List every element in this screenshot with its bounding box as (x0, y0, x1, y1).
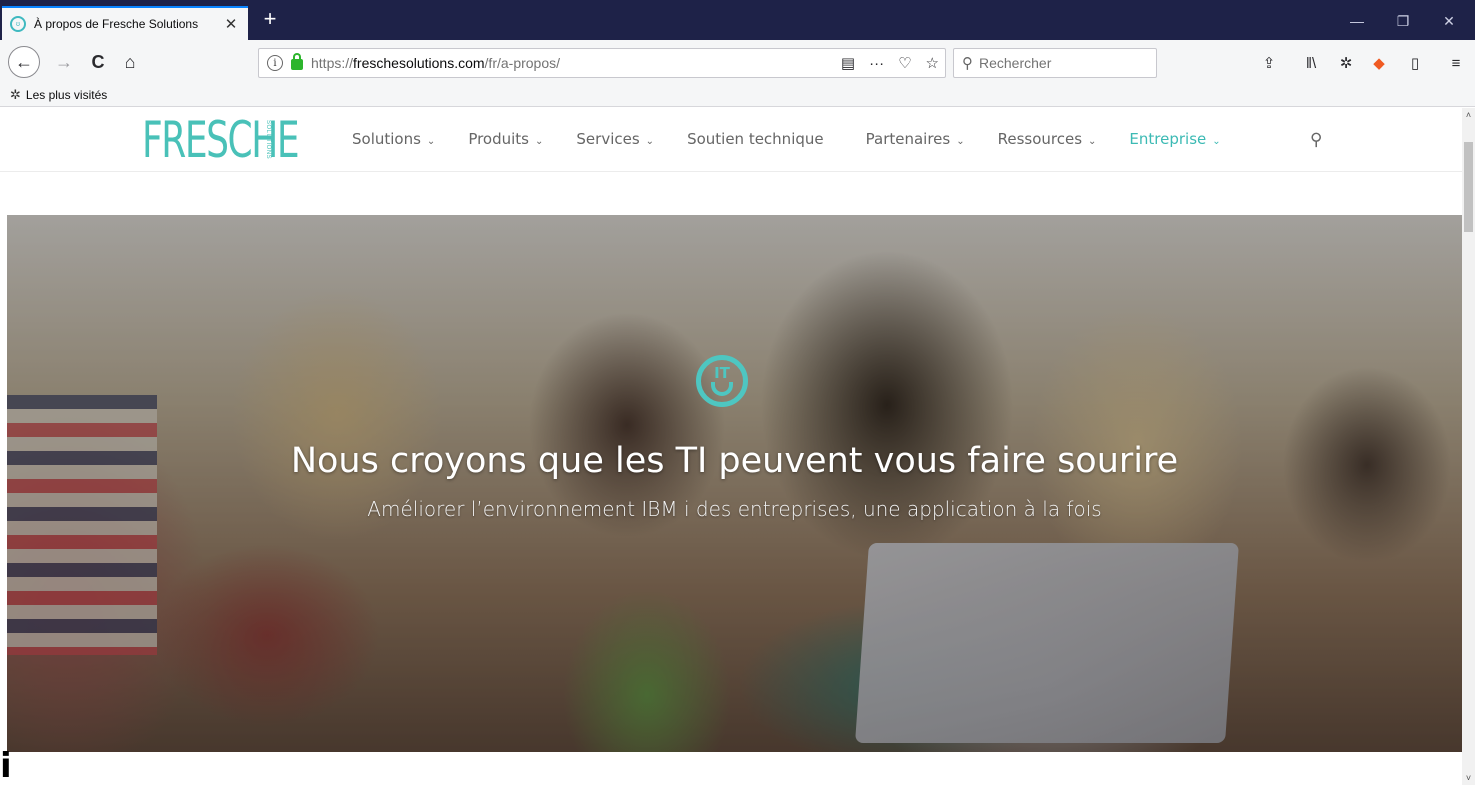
search-icon: ⚲ (962, 55, 973, 72)
smile-curve (711, 382, 733, 396)
hero-overlay (7, 215, 1462, 752)
tab-title: À propos de Fresche Solutions (34, 17, 199, 31)
browser-titlebar: ʊ À propos de Fresche Solutions ✕ + — ❐ … (0, 0, 1475, 40)
hero-title: Nous croyons que les TI peuvent vous fai… (290, 441, 1179, 481)
minimize-icon[interactable]: — (1334, 8, 1380, 34)
sidebar-icon[interactable]: ▯ (1404, 52, 1426, 74)
it-smile-icon: IT (696, 355, 748, 407)
reader-view-icon[interactable]: ▤ (841, 54, 855, 72)
chevron-down-icon: ⌄ (1088, 136, 1097, 147)
scroll-up-icon[interactable]: ˄ (1462, 108, 1475, 122)
scroll-down-icon[interactable]: ˅ (1462, 771, 1475, 785)
chevron-down-icon: ⌄ (645, 136, 655, 147)
back-button[interactable]: ← (8, 46, 40, 78)
browser-search-input[interactable]: ⚲ Rechercher (953, 48, 1157, 78)
scroll-thumb[interactable] (1464, 142, 1473, 232)
menu-item-soutien-technique[interactable]: Soutien technique (687, 130, 824, 148)
bookmark-most-visited[interactable]: Les plus visités (26, 88, 107, 102)
url-actions: ▤ ··· ♡ ☆ (841, 51, 939, 75)
url-bar[interactable]: i https://freschesolutions.com/fr/a-prop… (258, 48, 946, 78)
search-placeholder: Rechercher (979, 55, 1052, 71)
page-scrollbar[interactable]: ˄ ˅ (1462, 108, 1475, 785)
info-icon[interactable]: i (267, 55, 283, 71)
addon-icon[interactable]: ◆ (1368, 52, 1390, 74)
chevron-down-icon: ⌄ (1212, 136, 1221, 147)
browser-tab-active[interactable]: ʊ À propos de Fresche Solutions ✕ (2, 6, 248, 40)
site-header: FRESCHE SOLUTIONS Solutions ⌄ Produits ⌄ S… (0, 108, 1462, 172)
it-icon-text: IT (714, 364, 730, 382)
library-icon[interactable]: ǁ\ (1300, 52, 1322, 74)
text-cursor-glyph: i (0, 746, 12, 785)
reload-icon[interactable]: C (82, 46, 114, 78)
lock-icon[interactable] (291, 53, 303, 70)
menu-item-solutions[interactable]: Solutions ⌄ (352, 130, 435, 148)
chevron-down-icon: ⌄ (956, 136, 965, 147)
bookmarks-toolbar: ✲ Les plus visités (0, 84, 1475, 107)
url-text: https://freschesolutions.com/fr/a-propos… (311, 55, 561, 71)
web-page: FRESCHE SOLUTIONS Solutions ⌄ Produits ⌄ S… (0, 108, 1462, 785)
chevron-down-icon: ⌄ (535, 136, 544, 147)
forward-arrow-icon[interactable]: → (48, 46, 80, 78)
pocket-icon[interactable]: ♡ (898, 54, 911, 72)
back-arrow-icon: ← (8, 46, 40, 78)
chevron-down-icon: ⌄ (426, 136, 436, 147)
most-visited-icon: ✲ (10, 87, 21, 102)
fresche-logo[interactable]: FRESCHE SOLUTIONS (142, 114, 302, 166)
new-tab-button[interactable]: + (256, 6, 284, 34)
site-search-icon[interactable]: ⚲ (1310, 130, 1322, 150)
menu-item-ressources[interactable]: Ressources ⌄ (998, 130, 1097, 148)
logo-tagline: SOLUTIONS (265, 120, 271, 160)
tab-close-icon[interactable]: ✕ (222, 15, 240, 33)
window-close-icon[interactable]: ✕ (1426, 8, 1472, 34)
home-icon[interactable]: ⌂ (114, 46, 146, 78)
synced-tabs-icon[interactable]: ⇪ (1258, 52, 1280, 74)
bookmark-star-icon[interactable]: ☆ (926, 54, 939, 72)
hero-subtitle: Améliorer l’environnement IBM i des entr… (367, 497, 1102, 521)
menu-hamburger-icon[interactable]: ≡ (1445, 52, 1467, 74)
main-menu: Solutions ⌄ Produits ⌄ Services ⌄ Soutien t… (352, 130, 1221, 148)
smile-icon: ʊ (10, 16, 26, 32)
restore-icon[interactable]: ❐ (1380, 8, 1426, 34)
extension-icon[interactable]: ✲ (1335, 52, 1357, 74)
menu-item-services[interactable]: Services ⌄ (576, 130, 654, 148)
menu-item-entreprise[interactable]: Entreprise ⌄ (1129, 130, 1220, 148)
hero-banner: IT Nous croyons que les TI peuvent vous … (7, 215, 1462, 752)
logo-wordmark: FRESCHE (142, 111, 300, 169)
page-actions-icon[interactable]: ··· (869, 55, 884, 72)
menu-item-partenaires[interactable]: Partenaires ⌄ (866, 130, 965, 148)
menu-item-produits[interactable]: Produits ⌄ (468, 130, 543, 148)
